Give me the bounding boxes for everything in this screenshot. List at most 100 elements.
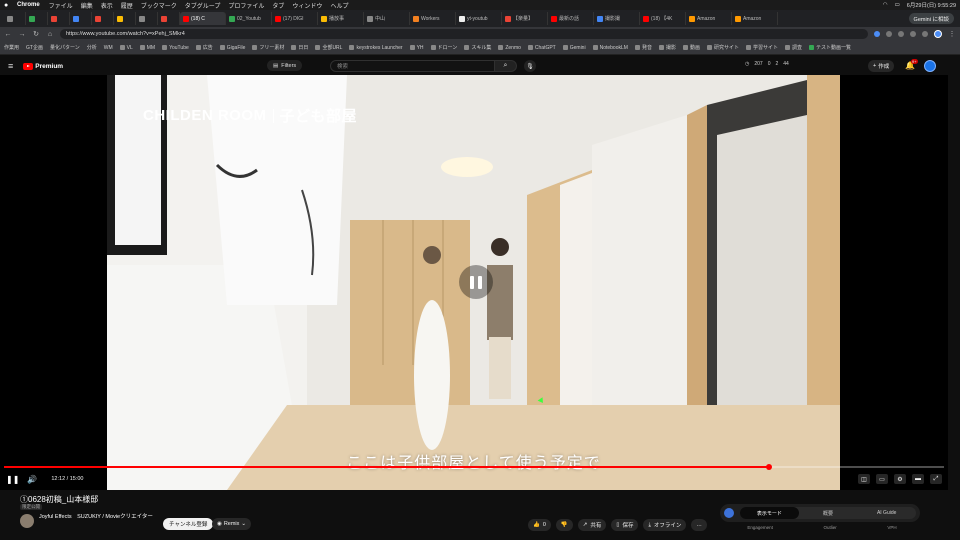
- menu-window[interactable]: ウィンドウ: [292, 1, 322, 10]
- browser-tab[interactable]: [92, 12, 114, 25]
- bookmark-item[interactable]: WM: [104, 45, 113, 51]
- browser-tab[interactable]: 中山: [364, 12, 410, 25]
- bookmark-item[interactable]: 研究サイト: [706, 44, 739, 51]
- bookmark-item[interactable]: 学習サイト: [746, 44, 778, 51]
- browser-tab[interactable]: 撮影撮: [594, 12, 640, 25]
- dislike-button[interactable]: 👎: [555, 519, 573, 531]
- extension-icon[interactable]: [910, 31, 916, 37]
- extension-icon[interactable]: [874, 31, 880, 37]
- bookmark-item[interactable]: NotebookLM: [592, 45, 628, 51]
- bookmark-item[interactable]: 調査: [785, 44, 802, 51]
- browser-tab[interactable]: Amazon: [732, 12, 778, 25]
- bookmark-item[interactable]: VL: [119, 45, 133, 51]
- channel-name[interactable]: Joyful Effects SUZUKIY / Movieクリエイター: [39, 514, 154, 521]
- bookmark-item[interactable]: GT企画: [26, 44, 43, 51]
- browser-tab[interactable]: [48, 12, 70, 25]
- account-avatar[interactable]: [924, 60, 936, 72]
- fullscreen-icon[interactable]: ⤢: [930, 474, 942, 484]
- settings-gear-icon[interactable]: ⚙: [894, 474, 906, 484]
- subtitles-icon[interactable]: ▭: [876, 474, 888, 484]
- center-pause-button[interactable]: [459, 265, 493, 299]
- bookmark-item[interactable]: 撮影: [658, 44, 676, 51]
- hamburger-menu-icon[interactable]: ≡: [8, 61, 13, 71]
- video-player[interactable]: CHILDEN ROOM 子ども部屋 ここは子供部屋として使う予定で ❚❚ 🔊 …: [0, 75, 948, 490]
- bookmark-item[interactable]: 量化パターン: [50, 44, 80, 51]
- offline-button[interactable]: ⤓ オフライン: [643, 519, 687, 531]
- search-button[interactable]: ⌕: [495, 60, 517, 72]
- scrubber-handle[interactable]: [765, 464, 772, 470]
- browser-tab[interactable]: (18) 【4K: [640, 12, 686, 25]
- channel-avatar[interactable]: [20, 514, 34, 528]
- extension-icon[interactable]: [886, 31, 892, 37]
- menu-view[interactable]: 表示: [101, 1, 113, 10]
- browser-tab[interactable]: Workers: [410, 12, 456, 25]
- progress-bar[interactable]: [4, 464, 944, 470]
- voice-search-button[interactable]: 🎙: [524, 60, 536, 72]
- browser-tab[interactable]: [26, 12, 48, 25]
- bookmark-item[interactable]: MM: [139, 45, 155, 51]
- bookmark-item[interactable]: 分析: [87, 44, 97, 51]
- tab-engagement[interactable]: Engagement: [747, 525, 773, 530]
- bookmark-item[interactable]: ドローン: [430, 44, 457, 51]
- video-frame[interactable]: CHILDEN ROOM 子ども部屋 ここは子供部屋として使う予定で: [107, 75, 840, 490]
- bookmark-item[interactable]: 発音: [634, 44, 652, 51]
- menu-tab[interactable]: タブ: [272, 1, 284, 10]
- browser-tab[interactable]: 02_Youtub: [226, 12, 272, 25]
- browser-tab[interactable]: [70, 12, 92, 25]
- extension-logo-icon[interactable]: [724, 508, 734, 518]
- back-icon[interactable]: ←: [4, 31, 12, 38]
- subscribe-button[interactable]: チャンネル登録: [163, 518, 214, 530]
- bookmark-item[interactable]: 日日: [291, 44, 308, 51]
- menu-edit[interactable]: 編集: [81, 1, 93, 10]
- miniplayer-icon[interactable]: ◫: [858, 474, 870, 484]
- extension-icon[interactable]: [898, 31, 904, 37]
- browser-tab[interactable]: [136, 12, 158, 25]
- theater-mode-icon[interactable]: ▬: [912, 474, 924, 484]
- browser-tab[interactable]: 【楽量】: [502, 12, 548, 25]
- menu-file[interactable]: ファイル: [49, 1, 73, 10]
- bookmark-item[interactable]: テスト動画一覧: [809, 44, 851, 51]
- menu-bookmarks[interactable]: ブックマーク: [141, 1, 177, 10]
- save-button[interactable]: ▯ 保存: [611, 519, 639, 531]
- bookmark-item[interactable]: 動画: [682, 44, 700, 51]
- bookmark-item[interactable]: 全部URL: [315, 44, 342, 51]
- browser-tab[interactable]: Amazon: [686, 12, 732, 25]
- browser-tab[interactable]: [158, 12, 180, 25]
- bookmark-item[interactable]: Gemini: [562, 45, 586, 51]
- tab-vph[interactable]: VPH: [887, 525, 896, 530]
- forward-icon[interactable]: →: [18, 31, 26, 38]
- gemini-button[interactable]: Gemini に相談: [908, 13, 954, 24]
- browser-tab[interactable]: [114, 12, 136, 25]
- address-bar[interactable]: https://www.youtube.com/watch?v=xPehj_SM…: [60, 29, 868, 39]
- browser-tab[interactable]: [4, 12, 26, 25]
- share-button[interactable]: ↗ 共有: [577, 519, 607, 531]
- browser-tab[interactable]: 最新の話: [548, 12, 594, 25]
- extension-icon[interactable]: [922, 31, 928, 37]
- clock[interactable]: 6月29日(日) 9:55:29: [907, 1, 956, 9]
- search-input[interactable]: 検索: [330, 60, 495, 72]
- bookmark-item[interactable]: 作業用: [4, 44, 19, 51]
- more-actions-button[interactable]: …: [691, 519, 707, 531]
- menu-tabgroups[interactable]: タブグループ: [185, 1, 221, 10]
- browser-tab[interactable]: yt-youtub: [456, 12, 502, 25]
- bookmark-item[interactable]: Zenmo: [498, 45, 521, 51]
- reload-icon[interactable]: ↻: [32, 30, 40, 38]
- remix-button[interactable]: ◉ Remix ⌄: [212, 518, 252, 530]
- profile-avatar[interactable]: [934, 30, 942, 38]
- bookmark-item[interactable]: ChatGPT: [527, 45, 556, 51]
- bookmark-item[interactable]: スキル集: [464, 44, 491, 51]
- kebab-menu-icon[interactable]: ⋮: [948, 30, 956, 38]
- bookmark-item[interactable]: 広告: [195, 44, 213, 51]
- tab-outlier[interactable]: Outlier: [823, 525, 836, 530]
- apple-icon[interactable]: ●: [4, 2, 11, 9]
- browser-tab[interactable]: 播放事: [318, 12, 364, 25]
- menu-profiles[interactable]: プロファイル: [228, 1, 264, 10]
- bookmark-item[interactable]: YouTube: [162, 45, 189, 51]
- bookmark-item[interactable]: YH: [409, 45, 424, 51]
- volume-icon[interactable]: 🔊: [27, 475, 37, 484]
- segment-display-mode[interactable]: 表示モード: [740, 507, 799, 519]
- youtube-logo[interactable]: Premium: [23, 62, 63, 70]
- app-name[interactable]: Chrome: [17, 2, 40, 8]
- bookmark-item[interactable]: keystrokes Launcher: [349, 45, 403, 51]
- segment-overview[interactable]: 概要: [799, 507, 858, 519]
